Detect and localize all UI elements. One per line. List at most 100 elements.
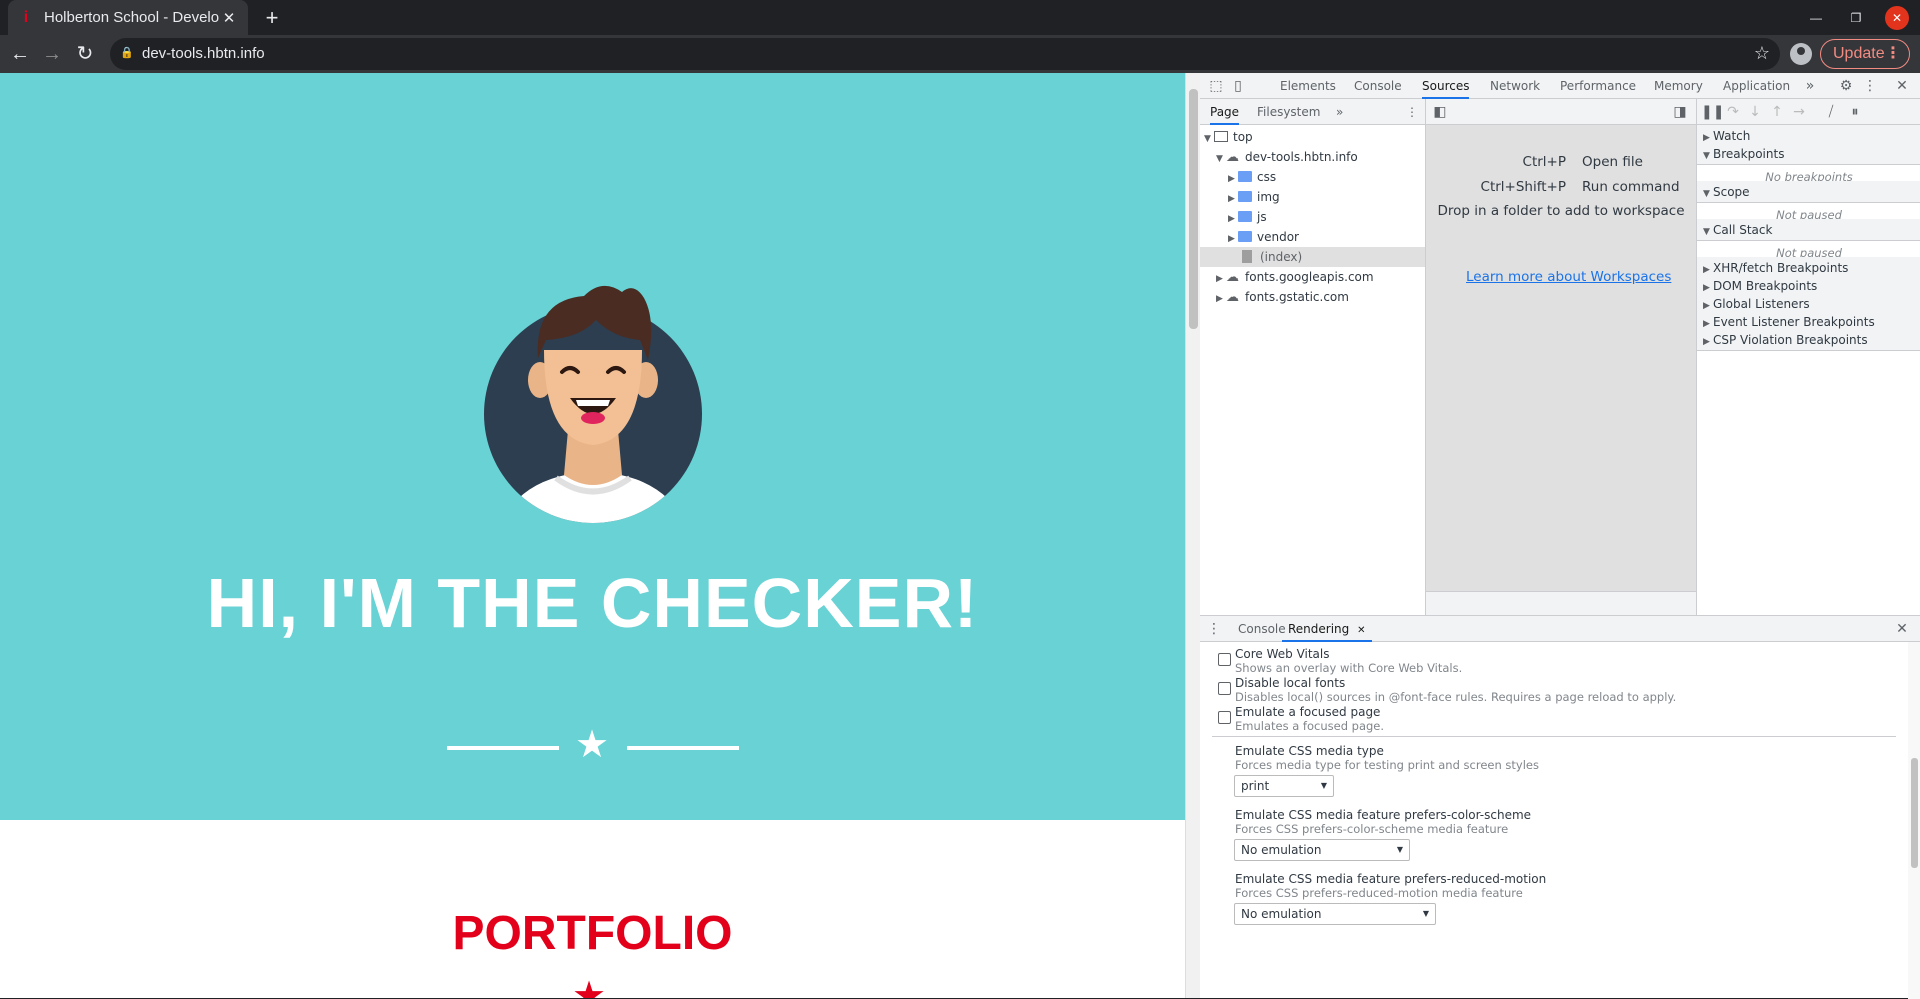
section-label: Global Listeners xyxy=(1713,297,1810,311)
new-tab-button[interactable]: + xyxy=(258,4,286,32)
device-toolbar-icon[interactable]: ▯ xyxy=(1228,76,1248,96)
learn-workspaces-link[interactable]: Learn more about Workspaces xyxy=(1466,269,1671,285)
option-title: Core Web Vitals xyxy=(1235,647,1330,661)
close-tab-icon[interactable]: ✕ xyxy=(1357,625,1365,636)
tree-item-index[interactable]: (index) xyxy=(1200,247,1425,267)
inspect-element-icon[interactable]: ⬚ xyxy=(1206,76,1226,96)
section-scope[interactable]: ▼ Scope xyxy=(1697,181,1920,203)
css-media-type-select[interactable]: print ▼ xyxy=(1234,775,1334,797)
tab-network[interactable]: Network xyxy=(1490,73,1540,99)
tree-item-gstatic[interactable]: ▶ ☁ fonts.gstatic.com xyxy=(1200,287,1425,307)
prefers-reduced-motion-select[interactable]: No emulation ▼ xyxy=(1234,903,1436,925)
tree-item-domain[interactable]: ▼ ☁ dev-tools.hbtn.info xyxy=(1200,147,1425,167)
tab-memory[interactable]: Memory xyxy=(1654,73,1703,99)
browser-tab[interactable]: i Holberton School - Develo ✕ xyxy=(8,0,248,35)
emulate-focused-page-checkbox[interactable] xyxy=(1218,711,1231,724)
drop-folder-hint: Drop in a folder to add to workspace xyxy=(1437,203,1685,219)
section-csp-breakpoints[interactable]: ▶ CSP Violation Breakpoints xyxy=(1697,329,1920,351)
reload-icon[interactable]: ↻ xyxy=(73,42,97,66)
collapsed-triangle-icon: ▶ xyxy=(1228,234,1235,244)
portfolio-heading: PORTFOLIO xyxy=(452,907,733,960)
tab-filesystem[interactable]: Filesystem xyxy=(1257,99,1320,125)
browser-toolbar: ← → ↻ 🔒 dev-tools.hbtn.info ☆ Update ⋮ xyxy=(0,35,1920,73)
option-title: Disable local fonts xyxy=(1235,676,1346,690)
tab-application[interactable]: Application xyxy=(1723,73,1790,99)
devtools-drawer: ⋮ Console Rendering ✕ ✕ Core Web Vitals … xyxy=(1200,615,1920,999)
update-button[interactable]: Update ⋮ xyxy=(1820,39,1910,69)
section-label: CSP Violation Breakpoints xyxy=(1713,333,1868,347)
tab-elements[interactable]: Elements xyxy=(1280,73,1336,99)
devtools-close-icon[interactable]: ✕ xyxy=(1892,76,1912,96)
divider-line-right xyxy=(627,746,739,750)
tree-item-googleapis[interactable]: ▶ ☁ fonts.googleapis.com xyxy=(1200,267,1425,287)
navigator-menu-icon[interactable]: ⋮ xyxy=(1406,99,1418,125)
bookmark-star-icon[interactable]: ☆ xyxy=(1754,43,1770,64)
toggle-navigator-icon[interactable]: ◧ xyxy=(1430,102,1450,122)
step-icon[interactable]: → xyxy=(1789,102,1809,122)
settings-gear-icon[interactable]: ⚙ xyxy=(1836,76,1856,96)
devtools-panel-tabs: ⬚ ▯ Elements Console Sources Network Per… xyxy=(1200,73,1920,99)
section-label: DOM Breakpoints xyxy=(1713,279,1818,293)
tree-label: top xyxy=(1233,130,1253,144)
page-scrollbar-thumb[interactable] xyxy=(1189,89,1198,329)
deactivate-breakpoints-icon[interactable]: ⧸ xyxy=(1821,102,1841,122)
address-bar[interactable]: 🔒 dev-tools.hbtn.info ☆ xyxy=(110,38,1780,70)
tree-item-folder-css[interactable]: ▶ css xyxy=(1200,167,1425,187)
back-icon[interactable]: ← xyxy=(8,42,32,66)
drawer-scrollbar[interactable] xyxy=(1908,642,1920,999)
tab-performance[interactable]: Performance xyxy=(1560,73,1636,99)
url-text[interactable]: dev-tools.hbtn.info xyxy=(142,45,265,62)
section-label: Breakpoints xyxy=(1713,147,1785,161)
drawer-scrollbar-thumb[interactable] xyxy=(1911,758,1918,868)
section-label: XHR/fetch Breakpoints xyxy=(1713,261,1849,275)
more-panels-icon[interactable]: » xyxy=(1800,76,1820,96)
page-scrollbar[interactable] xyxy=(1185,73,1200,998)
step-into-icon[interactable]: ↓ xyxy=(1745,102,1765,122)
devtools-menu-icon[interactable]: ⋮ xyxy=(1860,76,1880,96)
collapsed-triangle-icon: ▶ xyxy=(1228,214,1235,224)
option-css-media-type: Emulate CSS media type Forces media type… xyxy=(1235,744,1895,772)
expanded-triangle-icon: ▼ xyxy=(1216,154,1223,164)
option-disable-local-fonts: Disable local fonts Disables local() sou… xyxy=(1235,676,1895,704)
sources-navigator: Page Filesystem » ⋮ ▼ top ▼ ☁ dev-tools.hbt… xyxy=(1200,99,1426,615)
navigator-tabs: Page Filesystem » ⋮ xyxy=(1200,99,1425,125)
pause-icon[interactable]: ❚❚ xyxy=(1701,102,1724,122)
tree-item-folder-vendor[interactable]: ▶ vendor xyxy=(1200,227,1425,247)
section-call-stack[interactable]: ▼ Call Stack xyxy=(1697,219,1920,241)
minimize-icon[interactable]: — xyxy=(1804,6,1828,30)
tree-label: fonts.googleapis.com xyxy=(1245,270,1374,284)
drawer-menu-icon[interactable]: ⋮ xyxy=(1204,619,1224,639)
collapsed-triangle-icon: ▶ xyxy=(1703,337,1710,347)
step-over-icon[interactable]: ↷ xyxy=(1723,102,1743,122)
section-label: Scope xyxy=(1713,185,1750,199)
devtools: ⬚ ▯ Elements Console Sources Network Per… xyxy=(1200,73,1920,999)
tab-page[interactable]: Page xyxy=(1210,99,1240,125)
tab-sources[interactable]: Sources xyxy=(1422,73,1470,99)
section-divider xyxy=(1212,736,1896,737)
prefers-color-scheme-select[interactable]: No emulation ▼ xyxy=(1234,839,1410,861)
toggle-debugger-icon[interactable]: ◨ xyxy=(1670,102,1690,122)
restore-icon[interactable]: ❐ xyxy=(1844,6,1868,30)
window-close-icon[interactable]: ✕ xyxy=(1885,6,1909,30)
disable-local-fonts-checkbox[interactable] xyxy=(1218,682,1231,695)
option-title: Emulate CSS media type xyxy=(1235,744,1384,758)
tree-label: js xyxy=(1257,210,1267,224)
profile-avatar-icon[interactable] xyxy=(1790,43,1812,65)
drawer-close-icon[interactable]: ✕ xyxy=(1892,619,1912,639)
core-web-vitals-checkbox[interactable] xyxy=(1218,653,1231,666)
tree-item-folder-img[interactable]: ▶ img xyxy=(1200,187,1425,207)
tree-item-folder-js[interactable]: ▶ js xyxy=(1200,207,1425,227)
drawer-tab-rendering[interactable]: Rendering ✕ xyxy=(1282,616,1372,642)
navigator-more-icon[interactable]: » xyxy=(1336,99,1343,125)
tab-console[interactable]: Console xyxy=(1354,73,1402,99)
step-out-icon[interactable]: ↑ xyxy=(1767,102,1787,122)
drawer-tab-console[interactable]: Console xyxy=(1238,616,1286,642)
tab-close-icon[interactable]: ✕ xyxy=(220,9,238,27)
collapsed-triangle-icon: ▶ xyxy=(1216,274,1223,284)
pause-on-exceptions-icon[interactable]: ⏸ xyxy=(1845,102,1865,122)
tree-item-top[interactable]: ▼ top xyxy=(1200,127,1425,147)
section-breakpoints[interactable]: ▼ Breakpoints xyxy=(1697,143,1920,165)
forward-icon[interactable]: → xyxy=(40,42,64,66)
option-emulate-focused-page: Emulate a focused page Emulates a focuse… xyxy=(1235,705,1895,733)
select-value: No emulation xyxy=(1241,907,1322,921)
